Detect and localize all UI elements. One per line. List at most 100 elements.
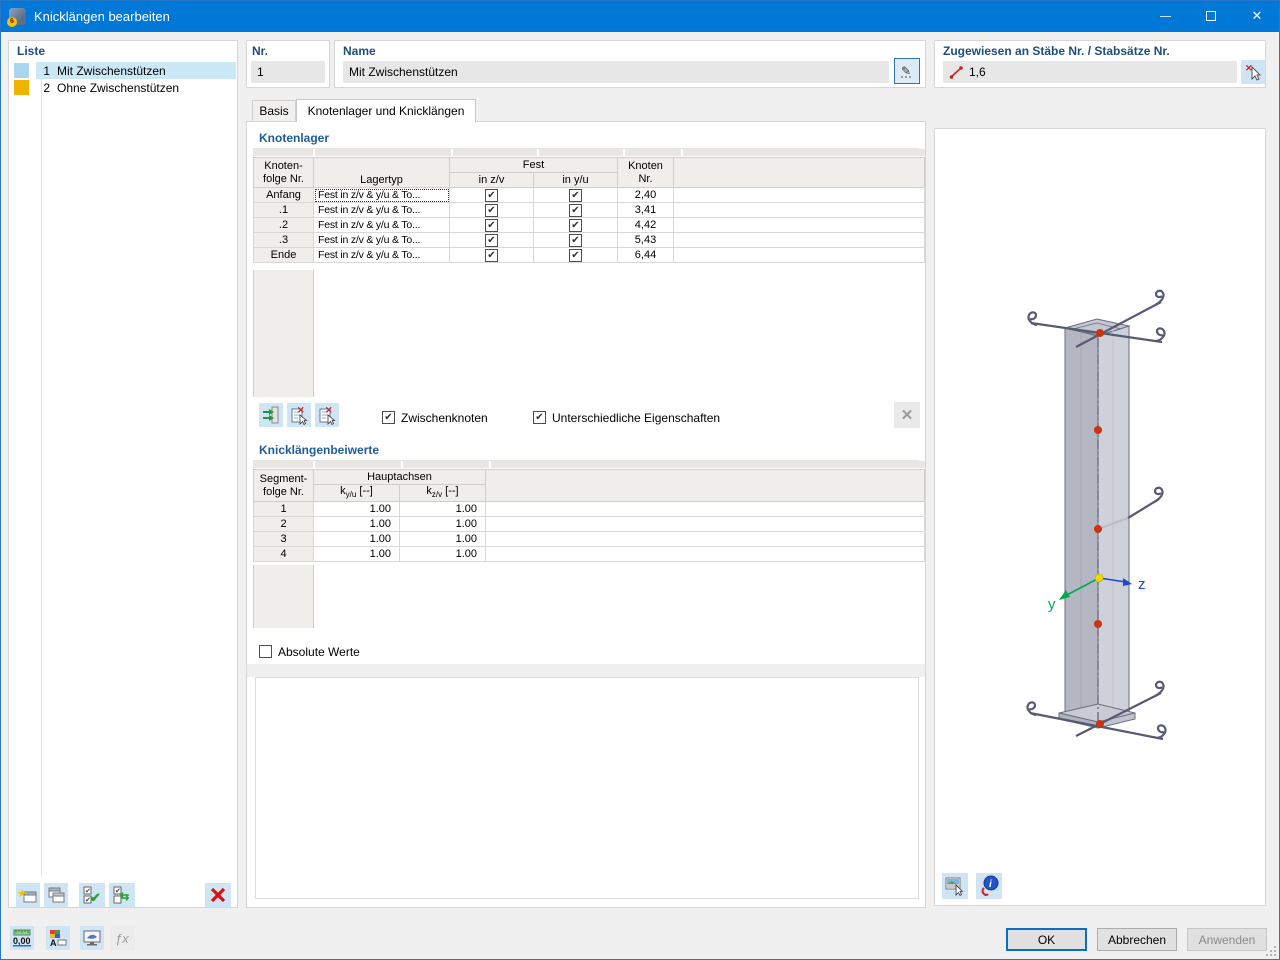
delete-list-entry-button[interactable]	[205, 883, 231, 907]
viewer-display-settings-button[interactable]	[942, 873, 968, 899]
table-row[interactable]: Anfang Fest in z/v & y/u & To... 2,40	[254, 188, 925, 203]
kzv-cell[interactable]: 1.00	[400, 502, 486, 517]
table-row[interactable]: 4 1.00 1.00	[254, 547, 925, 562]
viewer-info-button[interactable]: i	[976, 873, 1002, 899]
col-in-yu: in y/u	[534, 173, 618, 188]
lagertyp-cell[interactable]: Fest in z/v & y/u & To...	[314, 203, 450, 218]
absolute-werte-checkbox-row[interactable]: Absolute Werte	[259, 643, 360, 661]
kyu-cell[interactable]: 1.00	[314, 502, 400, 517]
units-settings-button[interactable]: 0,00	[10, 926, 34, 950]
table-filler-column	[253, 565, 314, 628]
list-item[interactable]: 2 Ohne Zwischenstützen	[10, 79, 236, 96]
display-properties-button[interactable]: A	[46, 926, 70, 950]
svg-text:✔: ✔	[90, 890, 101, 905]
svg-text:⇆: ⇆	[120, 891, 129, 903]
checkbox[interactable]	[485, 234, 498, 247]
table-row[interactable]: .2 Fest in z/v & y/u & To... 4,42	[254, 218, 925, 233]
svg-text:0,00: 0,00	[13, 936, 31, 946]
3d-viewer[interactable]: y z	[935, 129, 1265, 869]
node-end	[1096, 720, 1104, 728]
name-edit-button[interactable]: ✎	[894, 58, 920, 84]
delete-node-button[interactable]: ✕	[287, 403, 311, 427]
select-all-button[interactable]: ✔ ✔ ✔	[79, 883, 105, 907]
pick-members-button[interactable]: ✕	[1241, 60, 1265, 84]
ok-button[interactable]: OK	[1006, 928, 1087, 951]
kzv-cell[interactable]: 1.00	[400, 517, 486, 532]
checkbox[interactable]	[569, 219, 582, 232]
svg-text:✕: ✕	[325, 405, 333, 415]
titlebar[interactable]: 6 Knicklängen bearbeiten ✕	[0, 0, 1280, 32]
checkbox[interactable]	[259, 645, 272, 658]
name-label: Name	[343, 44, 376, 58]
copy-list-entry-button[interactable]	[44, 883, 68, 907]
table-row[interactable]: Ende Fest in z/v & y/u & To... 6,44	[254, 248, 925, 263]
svg-text:★: ★	[18, 888, 27, 900]
checkbox[interactable]	[382, 411, 395, 424]
axis-z-label: z	[1138, 576, 1146, 593]
display-settings-icon	[944, 875, 966, 897]
name-input[interactable]: Mit Zwischenstützen	[343, 61, 889, 83]
invert-selection-button[interactable]: ✔ ⇆	[109, 883, 135, 907]
window-title: Knicklängen bearbeiten	[34, 9, 170, 24]
rendering-button[interactable]	[80, 926, 104, 950]
kzv-cell[interactable]: 1.00	[400, 547, 486, 562]
delete-all-nodes-button[interactable]: ✕	[315, 403, 339, 427]
assigned-members-field[interactable]: 1,6	[943, 61, 1237, 83]
lagertyp-cell[interactable]: Fest in z/v & y/u & To...	[314, 233, 450, 248]
resize-grip[interactable]	[1266, 946, 1276, 956]
kzv-cell[interactable]: 1.00	[400, 532, 486, 547]
checkbox[interactable]	[569, 204, 582, 217]
kyu-cell[interactable]: 1.00	[314, 547, 400, 562]
clear-button[interactable]: ✕	[894, 402, 920, 428]
knicklaengenbeiwerte-section-title: Knicklängenbeiwerte	[259, 443, 379, 457]
list-item[interactable]: 1 Mit Zwischenstützen	[10, 62, 236, 79]
app-icon: 6	[9, 8, 26, 25]
list-divider	[41, 61, 42, 877]
col-segmentfolge: Segment-folge Nr.	[254, 470, 314, 502]
function-button[interactable]: ƒx	[111, 926, 135, 950]
nr-field: 1	[251, 61, 325, 83]
svg-text:ƒx: ƒx	[115, 931, 129, 946]
column-strip	[253, 149, 925, 156]
zwischenknoten-checkbox-row[interactable]: Zwischenknoten	[382, 409, 488, 427]
invert-selection-icon: ✔ ⇆	[111, 885, 133, 905]
tab-knotenlager-und-knicklaengen[interactable]: Knotenlager und Knicklängen	[296, 99, 476, 122]
clear-x-icon: ✕	[901, 406, 914, 424]
close-button[interactable]: ✕	[1234, 0, 1280, 32]
tab-basis[interactable]: Basis	[252, 100, 296, 121]
col-fest-group: Fest	[450, 158, 618, 173]
kyu-cell[interactable]: 1.00	[314, 517, 400, 532]
info-icon: i	[978, 875, 1000, 897]
checkbox[interactable]	[533, 411, 546, 424]
unterschiedliche-checkbox-row[interactable]: Unterschiedliche Eigenschaften	[533, 409, 720, 427]
checkbox[interactable]	[485, 249, 498, 262]
apply-button[interactable]: Anwenden	[1187, 928, 1267, 951]
table-row[interactable]: .1 Fest in z/v & y/u & To... 3,41	[254, 203, 925, 218]
document-delete-icon: ✕	[317, 405, 337, 425]
table-row[interactable]: 1 1.00 1.00	[254, 502, 925, 517]
checkbox[interactable]	[485, 204, 498, 217]
new-list-entry-button[interactable]: ★	[16, 883, 40, 907]
table-row[interactable]: .3 Fest in z/v & y/u & To... 5,43	[254, 233, 925, 248]
table-row[interactable]: 2 1.00 1.00	[254, 517, 925, 532]
minimize-button[interactable]	[1142, 0, 1188, 32]
maximize-button[interactable]	[1188, 0, 1234, 32]
checkbox[interactable]	[569, 234, 582, 247]
kyu-cell[interactable]: 1.00	[314, 532, 400, 547]
monitor-icon	[82, 928, 102, 948]
cancel-button[interactable]: Abbrechen	[1097, 928, 1177, 951]
checkbox[interactable]	[569, 249, 582, 262]
insert-node-button[interactable]	[259, 403, 283, 427]
col-empty	[674, 158, 925, 188]
list-label: Liste	[17, 44, 45, 58]
lagertyp-cell[interactable]: Fest in z/v & y/u & To...	[314, 218, 450, 233]
col-empty	[486, 470, 925, 502]
checkbox[interactable]	[485, 219, 498, 232]
lagertyp-cell[interactable]: Fest in z/v & y/u & To...	[314, 248, 450, 263]
table-row[interactable]: 3 1.00 1.00	[254, 532, 925, 547]
lagertyp-cell[interactable]: Fest in z/v & y/u & To...	[314, 188, 450, 203]
section-gap	[247, 664, 925, 677]
svg-text:A: A	[50, 938, 57, 948]
checkbox[interactable]	[485, 189, 498, 202]
checkbox[interactable]	[569, 189, 582, 202]
